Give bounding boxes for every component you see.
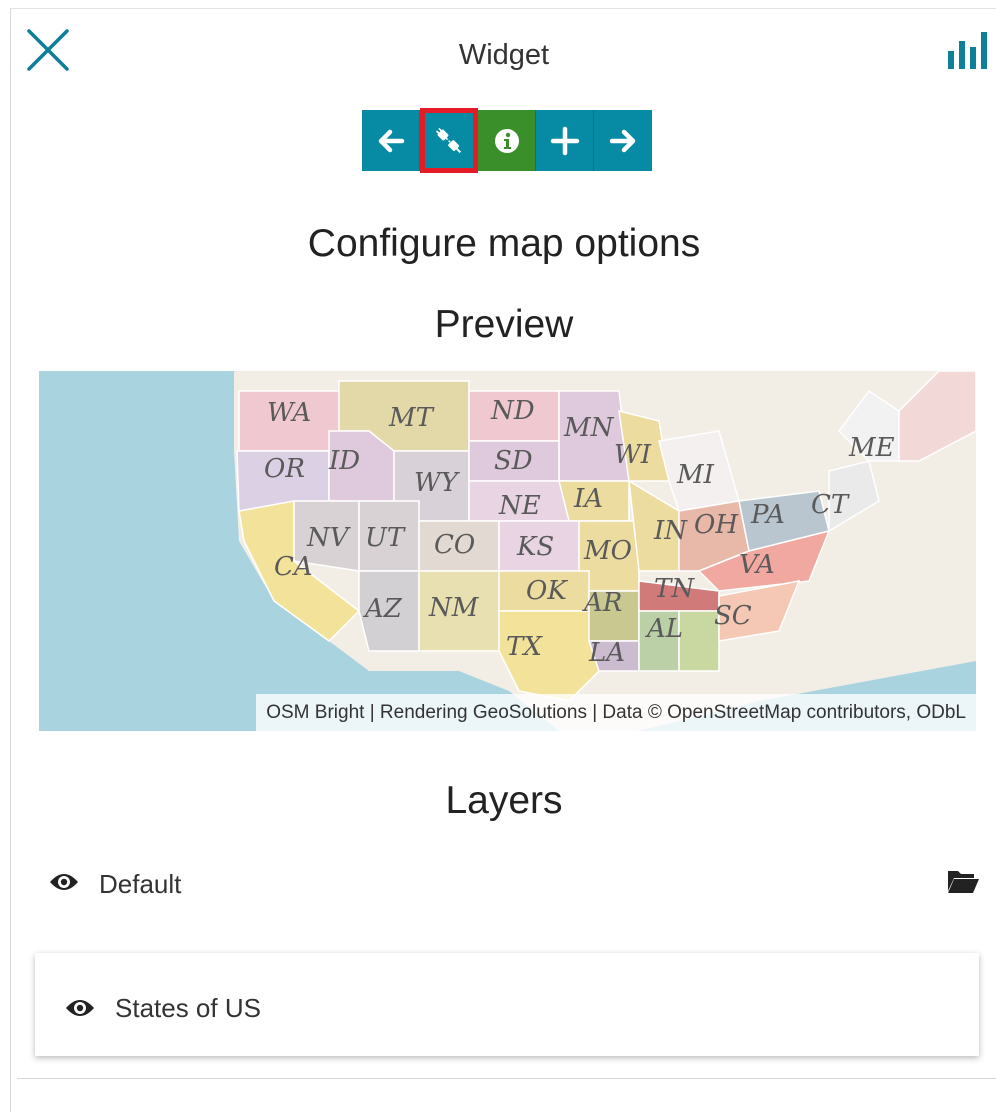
svg-text:AL: AL — [645, 614, 683, 644]
svg-text:OH: OH — [694, 510, 739, 540]
folder-open-icon[interactable] — [946, 867, 980, 895]
svg-text:LA: LA — [588, 638, 625, 668]
eye-icon[interactable] — [49, 871, 79, 893]
widget-panel: Widget Configure map options Preview WA … — [10, 8, 996, 1112]
svg-text:NV: NV — [306, 523, 351, 553]
preview-heading: Preview — [434, 303, 574, 346]
layer-group-label: Default — [99, 869, 182, 899]
bar-chart-icon[interactable] — [945, 27, 991, 73]
svg-text:SC: SC — [714, 601, 752, 631]
add-button[interactable] — [536, 110, 594, 171]
svg-text:WI: WI — [614, 440, 652, 470]
configure-heading: Configure map options — [307, 222, 701, 265]
plug-icon — [435, 127, 461, 153]
wizard-toolbar — [362, 108, 652, 173]
map-canvas: WA MT ND MN ME OR ID SD WI MI WY NE IA PA CT NV UT C… — [234, 371, 976, 731]
layers-heading: Layers — [445, 779, 563, 822]
svg-text:WA: WA — [267, 398, 311, 428]
svg-text:AR: AR — [582, 588, 622, 618]
svg-text:MI: MI — [676, 460, 715, 490]
svg-text:PA: PA — [750, 500, 785, 530]
svg-text:WY: WY — [414, 468, 461, 498]
svg-text:KS: KS — [516, 532, 554, 562]
eye-icon[interactable] — [65, 997, 95, 1019]
svg-text:CA: CA — [274, 552, 313, 582]
svg-text:OR: OR — [264, 454, 305, 484]
svg-text:CT: CT — [811, 490, 850, 520]
layer-group-row: Default — [49, 865, 984, 905]
layer-label: States of US — [115, 993, 261, 1023]
arrow-left-icon — [378, 129, 404, 152]
back-button[interactable] — [362, 110, 420, 171]
svg-text:MN: MN — [563, 413, 615, 443]
svg-text:TN: TN — [654, 574, 695, 604]
svg-text:SD: SD — [494, 446, 533, 476]
svg-text:UT: UT — [365, 523, 406, 553]
svg-text:ME: ME — [848, 433, 895, 463]
svg-text:ID: ID — [328, 446, 360, 476]
map-preview[interactable]: WA MT ND MN ME OR ID SD WI MI WY NE IA PA CT NV UT C… — [39, 371, 976, 731]
widget-title: Widget — [458, 39, 550, 71]
header: Widget — [11, 9, 996, 105]
info-button[interactable] — [478, 110, 536, 171]
map-attribution: OSM Bright | Rendering GeoSolutions | Da… — [256, 694, 976, 731]
next-button[interactable] — [594, 110, 652, 171]
svg-text:MT: MT — [388, 403, 435, 433]
svg-text:IN: IN — [653, 516, 688, 546]
svg-text:AZ: AZ — [363, 594, 403, 624]
divider — [17, 1078, 996, 1079]
svg-text:ND: ND — [490, 396, 535, 426]
arrow-right-icon — [609, 129, 636, 152]
plus-icon — [550, 126, 579, 155]
svg-text:CO: CO — [434, 530, 475, 560]
svg-text:VA: VA — [739, 550, 775, 580]
svg-text:TX: TX — [506, 632, 543, 662]
svg-text:NE: NE — [498, 491, 541, 521]
svg-text:IA: IA — [573, 484, 603, 514]
connect-button[interactable] — [420, 108, 478, 173]
svg-text:NM: NM — [428, 593, 480, 623]
svg-text:MO: MO — [583, 536, 632, 566]
svg-text:OK: OK — [526, 576, 568, 606]
layer-item[interactable]: States of US — [35, 953, 979, 1056]
info-icon — [494, 128, 519, 153]
